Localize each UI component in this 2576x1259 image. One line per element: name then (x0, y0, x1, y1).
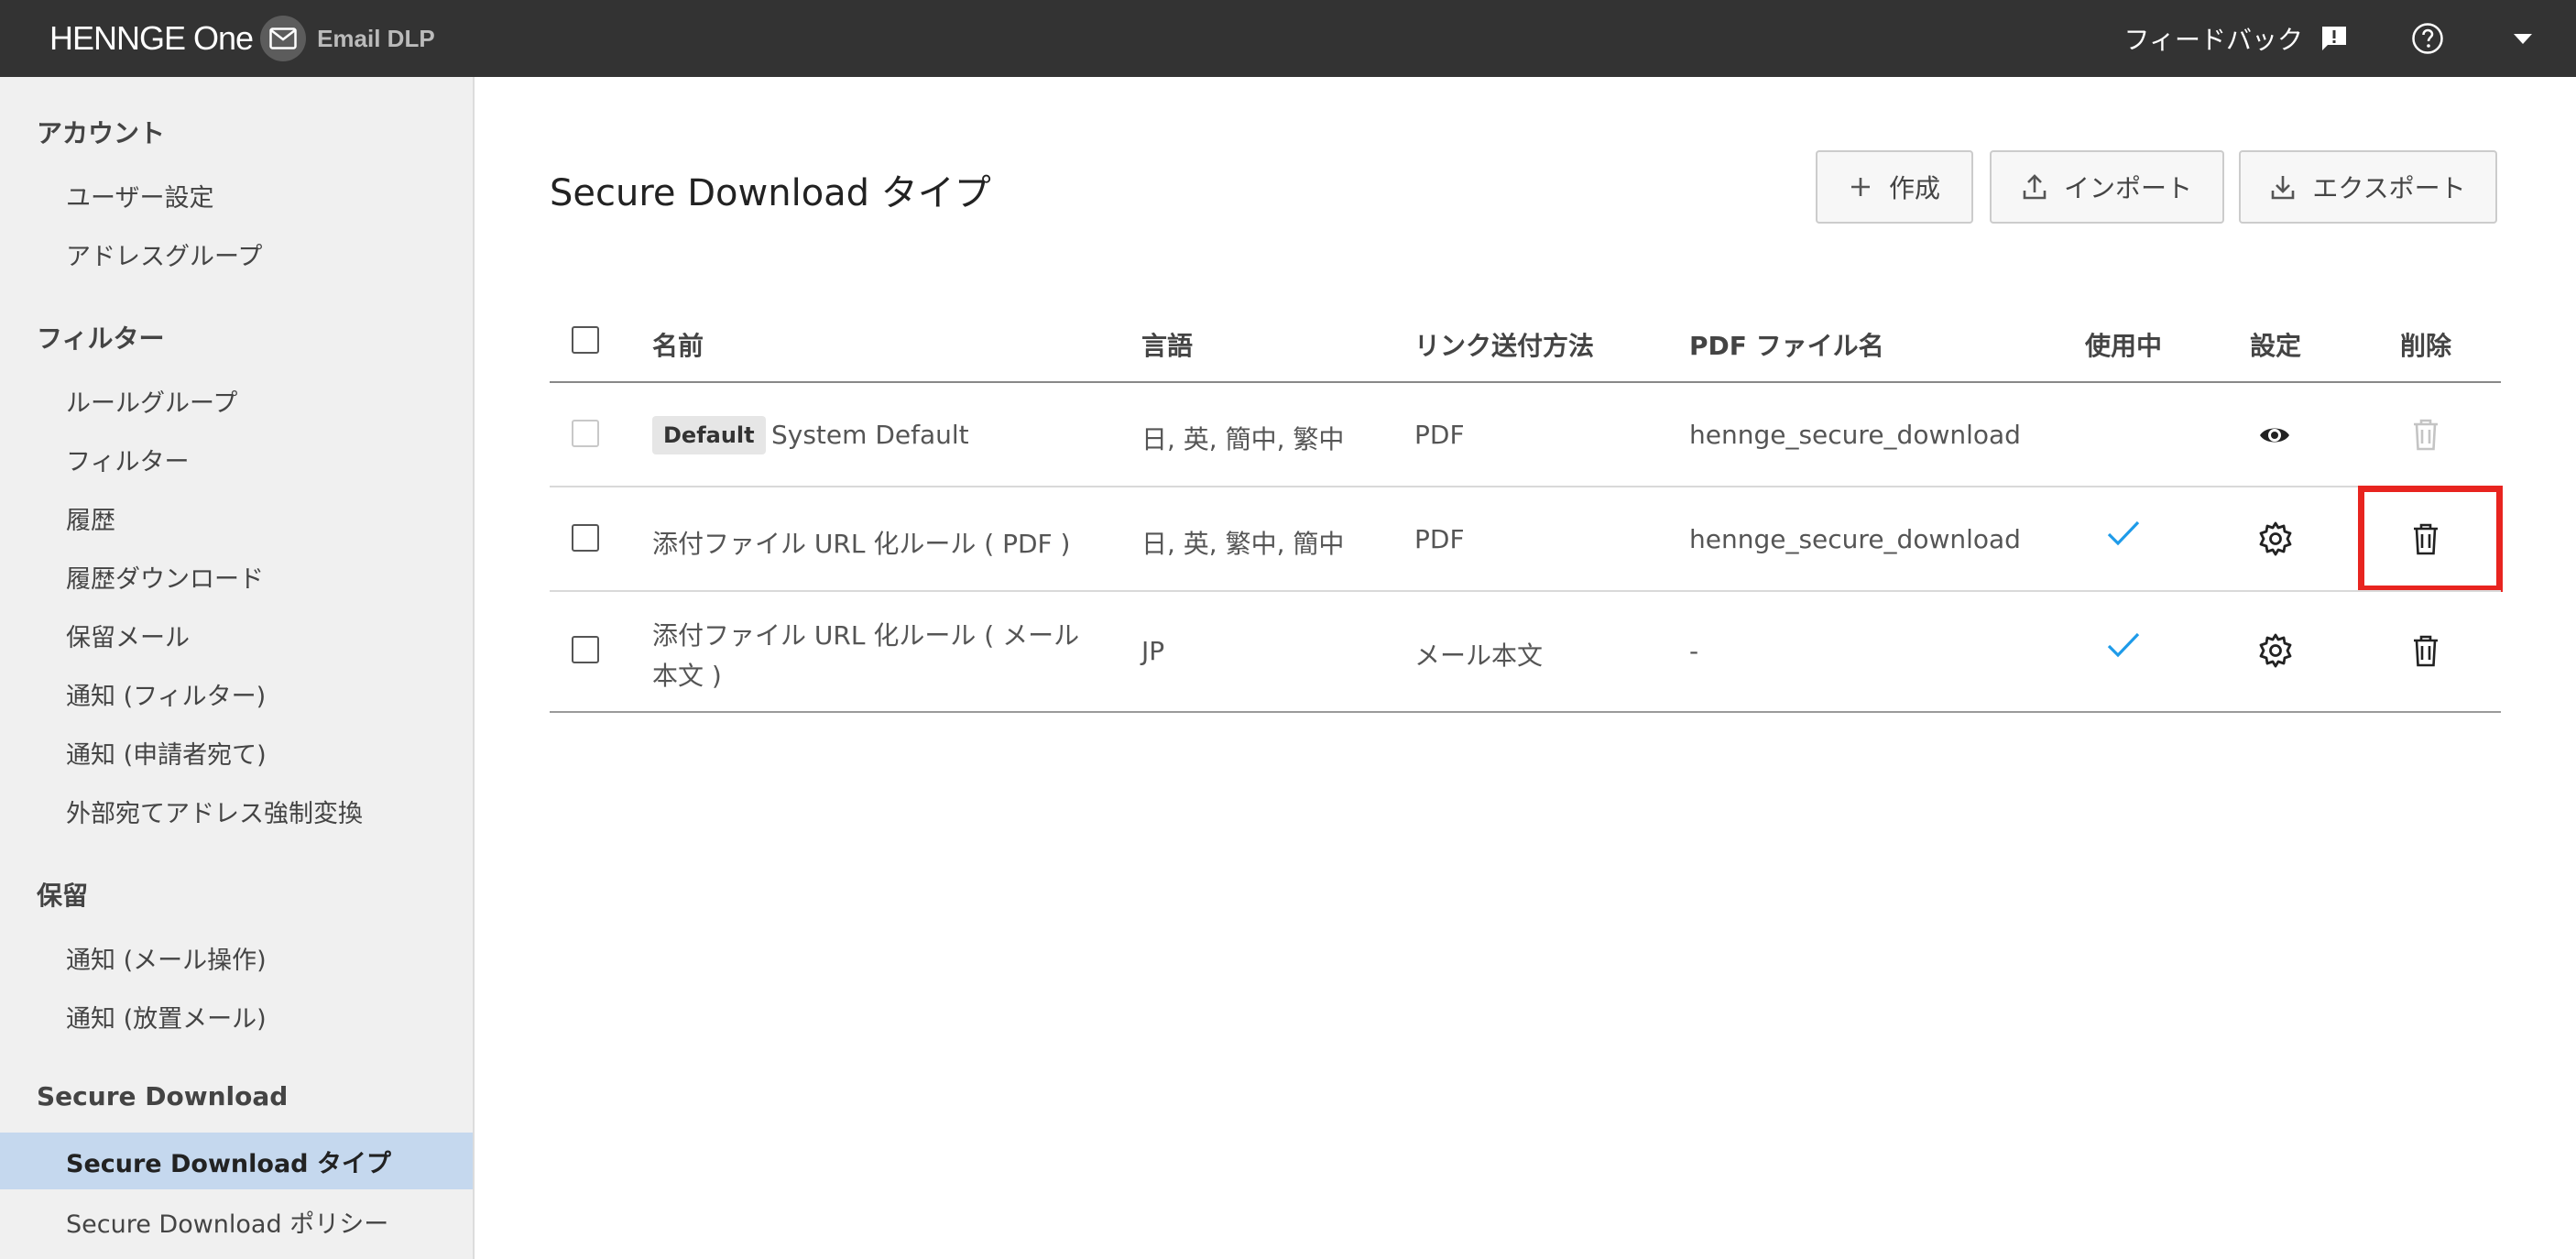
row-name-line1[interactable]: 添付ファイル URL 化ルール ( メール (652, 616, 1079, 652)
feedback-label: フィードバック (2123, 25, 2303, 55)
sidebar-section-title: 保留 (37, 881, 89, 911)
sidebar: アカウント ユーザー設定 アドレスグループ フィルター ルールグループ フィルタ… (0, 77, 475, 1259)
download-icon (2272, 176, 2295, 200)
trash-icon[interactable] (2409, 632, 2442, 669)
feedback-icon (2322, 27, 2346, 50)
check-icon (2107, 520, 2140, 546)
default-badge: Default (652, 416, 766, 454)
table-header-divider (550, 381, 2501, 383)
top-bar: HENNGE One Email DLP フィードバック (0, 0, 2576, 77)
sidebar-item-secure-download-policies[interactable]: Secure Download ポリシー (0, 1193, 473, 1250)
table-bottom-divider (550, 711, 2501, 713)
sidebar-item-notify-abandoned-mail[interactable]: 通知 (放置メール) (0, 988, 473, 1045)
gear-icon[interactable] (2257, 632, 2294, 669)
row-checkbox[interactable] (572, 636, 599, 663)
page-title: Secure Download タイプ (550, 172, 991, 214)
help-icon[interactable] (2411, 22, 2444, 55)
row-language: 日, 英, 簡中, 繁中 (1141, 424, 1345, 454)
upload-icon (2023, 174, 2047, 200)
product-name: Email DLP (317, 24, 435, 52)
eye-icon[interactable] (2257, 418, 2292, 453)
feedback-button[interactable]: フィードバック (2124, 20, 2349, 57)
sidebar-item-notify-filter[interactable]: 通知 (フィルター) (0, 665, 473, 722)
mail-icon (260, 16, 307, 61)
sidebar-section-title: Secure Download (37, 1081, 289, 1111)
trash-icon-disabled (2414, 419, 2438, 451)
sidebar-item-notify-mail-action[interactable]: 通知 (メール操作) (0, 929, 473, 986)
sidebar-item-history-download[interactable]: 履歴ダウンロード (0, 548, 473, 605)
sidebar-item-held-mail[interactable]: 保留メール (0, 607, 473, 663)
sidebar-item-filters[interactable]: フィルター (0, 431, 473, 487)
column-header-link-method[interactable]: リンク送付方法 (1414, 326, 1594, 363)
row-name[interactable]: 添付ファイル URL 化ルール ( PDF ) (652, 524, 1070, 561)
row-language: JP (1141, 636, 1165, 666)
row-pdf-filename: - (1689, 636, 1699, 666)
column-header-delete: 削除 (2400, 331, 2452, 361)
column-header-pdf-filename[interactable]: PDF ファイル名 (1689, 326, 1884, 363)
row-language: 日, 英, 繁中, 簡中 (1141, 529, 1345, 559)
plus-icon (1850, 178, 1870, 196)
sidebar-item-address-groups[interactable]: アドレスグループ (0, 225, 473, 282)
select-all-checkbox[interactable] (572, 326, 599, 354)
row-name: System Default (771, 420, 969, 450)
row-link-method: メール本文 (1414, 640, 1544, 671)
sidebar-item-notify-applicant[interactable]: 通知 (申請者宛て) (0, 724, 473, 781)
export-button[interactable]: エクスポート (2239, 150, 2497, 224)
row-link-method: PDF (1414, 524, 1465, 554)
row-name-line2[interactable]: 本文 ) (652, 656, 722, 693)
caret-down-icon[interactable] (2510, 26, 2536, 51)
brand-name: HENNGE One (49, 19, 254, 57)
column-header-language[interactable]: 言語 (1141, 326, 1193, 363)
sidebar-section-title: フィルター (37, 323, 165, 354)
sidebar-item-rule-groups[interactable]: ルールグループ (0, 372, 473, 429)
delete-highlight-box (2358, 486, 2503, 592)
check-icon (2107, 632, 2140, 658)
sidebar-item-secure-download-types[interactable]: Secure Download タイプ (0, 1133, 473, 1189)
column-header-name[interactable]: 名前 (652, 326, 704, 363)
row-checkbox-disabled (572, 420, 599, 447)
row-pdf-filename: hennge_secure_download (1689, 420, 2021, 450)
row-pdf-filename: hennge_secure_download (1689, 524, 2021, 554)
create-button-label: 作成 (1888, 173, 1940, 203)
row-divider (550, 486, 2501, 487)
sidebar-item-user-settings[interactable]: ユーザー設定 (0, 167, 473, 224)
row-link-method: PDF (1414, 420, 1465, 450)
column-header-settings: 設定 (2250, 331, 2302, 361)
import-button-label: インポート (2063, 173, 2192, 203)
sidebar-item-external-address-rewrite[interactable]: 外部宛てアドレス強制変換 (0, 783, 473, 839)
gear-icon[interactable] (2257, 520, 2294, 557)
import-button[interactable]: インポート (1990, 150, 2224, 224)
row-checkbox[interactable] (572, 524, 599, 552)
row-divider (550, 590, 2501, 592)
create-button[interactable]: 作成 (1816, 150, 1973, 224)
sidebar-item-history[interactable]: 履歴 (0, 489, 473, 546)
brand-logo[interactable]: HENNGE One Email DLP (49, 0, 435, 77)
column-header-in-use: 使用中 (2085, 331, 2163, 361)
sidebar-section-title: アカウント (37, 118, 166, 148)
export-button-label: エクスポート (2312, 173, 2466, 203)
